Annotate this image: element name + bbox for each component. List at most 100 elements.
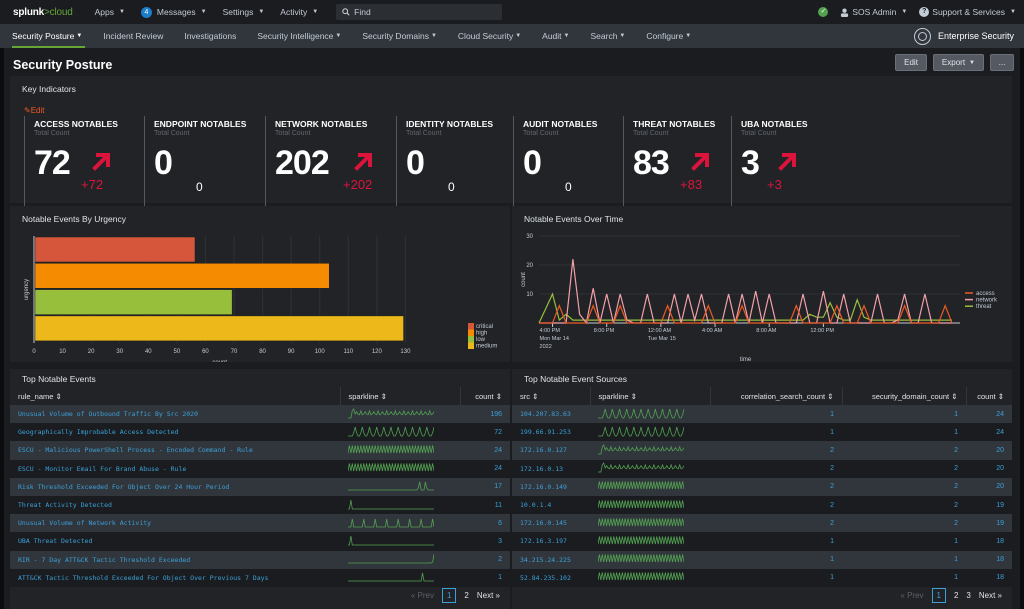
security-domain-count-value[interactable]: 1 [842, 532, 966, 551]
key-indicator[interactable]: IDENTITY NOTABLES Total Count 0 0 [396, 116, 513, 212]
security-domain-count-value[interactable]: 2 [842, 495, 966, 515]
table-row[interactable]: 52.84.235.102 1 1 18 [512, 568, 1012, 587]
count-value[interactable]: 24 [460, 459, 510, 478]
table-row[interactable]: UBA Threat Detected 3 [10, 532, 510, 551]
table-row[interactable]: 172.16.3.197 1 1 18 [512, 532, 1012, 551]
column-header-sparkline[interactable]: sparkline ⇕ [340, 387, 461, 405]
count-value[interactable]: 18 [966, 532, 1012, 551]
src-link[interactable]: 172.16.0.149 [512, 477, 590, 496]
column-header-count[interactable]: count ⇕ [966, 387, 1012, 405]
correlation-search-count-value[interactable]: 1 [710, 550, 842, 569]
rule-name-link[interactable]: Geographically Improbable Access Detecte… [10, 423, 340, 442]
edit-indicators-link[interactable]: ✎Edit [24, 106, 45, 115]
security-domain-count-value[interactable]: 2 [842, 459, 966, 478]
rule-name-link[interactable]: Unusual Volume of Outbound Traffic By Sr… [10, 405, 340, 424]
count-value[interactable]: 20 [966, 459, 1012, 478]
table-row[interactable]: Risk Threshold Exceeded For Object Over … [10, 477, 510, 496]
splunk-logo[interactable]: splunk>cloud [13, 7, 73, 18]
messages-menu[interactable]: 4 Messages ▼ [140, 6, 207, 18]
security-domain-count-value[interactable]: 1 [842, 550, 966, 569]
correlation-search-count-value[interactable]: 2 [710, 495, 842, 515]
apps-menu[interactable]: Apps ▼ [95, 7, 125, 17]
rule-name-link[interactable]: UBA Threat Detected [10, 532, 340, 551]
count-value[interactable]: 19 [966, 514, 1012, 533]
nav-tab-incident-review[interactable]: Incident Review [103, 24, 172, 48]
column-header-src[interactable]: src ⇕ [512, 387, 591, 405]
health-ok-icon[interactable]: ✓ [818, 7, 829, 17]
count-value[interactable]: 6 [460, 514, 510, 533]
key-indicator[interactable]: ACCESS NOTABLES Total Count 72 +72 [24, 116, 144, 212]
table-row[interactable]: ESCU - Malicious PowerShell Process - En… [10, 441, 510, 460]
correlation-search-count-value[interactable]: 2 [710, 477, 842, 496]
next-page-button[interactable]: Next » [979, 591, 1002, 600]
rule-name-link[interactable]: Threat Activity Detected [10, 495, 340, 515]
rule-name-link[interactable]: RIR - 7 Day ATT&CK Tactic Threshold Exce… [10, 550, 340, 569]
count-value[interactable]: 2 [460, 550, 510, 569]
page-2-button[interactable]: 2 [954, 591, 958, 600]
table-row[interactable]: 172.16.0.127 2 2 20 [512, 441, 1012, 460]
nav-tab-security-posture[interactable]: Security Posture ▼ [12, 24, 91, 48]
src-link[interactable]: 172.16.0.127 [512, 441, 590, 460]
correlation-search-count-value[interactable]: 2 [710, 514, 842, 533]
rule-name-link[interactable]: Unusual Volume of Network Activity [10, 514, 340, 533]
count-value[interactable]: 196 [460, 405, 510, 424]
nav-tab-configure[interactable]: Configure ▼ [646, 24, 700, 48]
count-value[interactable]: 20 [966, 441, 1012, 460]
column-header-security-domain-count[interactable]: security_domain_count ⇕ [842, 387, 967, 405]
security-domain-count-value[interactable]: 1 [842, 405, 966, 424]
table-row[interactable]: 10.0.1.4 2 2 19 [512, 495, 1012, 515]
src-link[interactable]: 10.0.1.4 [512, 495, 590, 515]
nav-tab-cloud-security[interactable]: Cloud Security ▼ [458, 24, 530, 48]
correlation-search-count-value[interactable]: 1 [710, 405, 842, 424]
rule-name-link[interactable]: Risk Threshold Exceeded For Object Over … [10, 477, 340, 496]
table-row[interactable]: Unusual Volume of Network Activity 6 [10, 514, 510, 533]
src-link[interactable]: 172.16.3.197 [512, 532, 590, 551]
rule-name-link[interactable]: ESCU - Malicious PowerShell Process - En… [10, 441, 340, 460]
nav-tab-investigations[interactable]: Investigations [184, 24, 245, 48]
table-row[interactable]: 172.16.0.13 2 2 20 [512, 459, 1012, 478]
count-value[interactable]: 17 [460, 477, 510, 496]
correlation-search-count-value[interactable]: 2 [710, 459, 842, 478]
activity-menu[interactable]: Activity ▼ [280, 7, 318, 17]
settings-menu[interactable]: Settings ▼ [223, 7, 265, 17]
nav-tab-audit[interactable]: Audit ▼ [542, 24, 578, 48]
column-header-sparkline[interactable]: sparkline ⇕ [590, 387, 711, 405]
security-domain-count-value[interactable]: 2 [842, 441, 966, 460]
src-link[interactable]: 52.84.235.102 [512, 568, 590, 587]
more-actions-button[interactable]: ... [990, 54, 1014, 71]
column-header-count[interactable]: count ⇕ [460, 387, 510, 405]
key-indicator[interactable]: AUDIT NOTABLES Total Count 0 0 [513, 116, 623, 212]
export-button[interactable]: Export ▼ [932, 54, 984, 71]
count-value[interactable]: 18 [966, 568, 1012, 587]
table-row[interactable]: ESCU - Monitor Email For Brand Abuse - R… [10, 459, 510, 478]
key-indicator[interactable]: NETWORK NOTABLES Total Count 202 +202 [265, 116, 396, 212]
correlation-search-count-value[interactable]: 1 [710, 532, 842, 551]
count-value[interactable]: 24 [966, 423, 1012, 442]
src-link[interactable]: 172.16.0.13 [512, 459, 590, 478]
table-row[interactable]: Geographically Improbable Access Detecte… [10, 423, 510, 442]
count-value[interactable]: 11 [460, 495, 510, 515]
src-link[interactable]: 172.16.0.145 [512, 514, 590, 533]
nav-tab-search[interactable]: Search ▼ [590, 24, 634, 48]
security-domain-count-value[interactable]: 2 [842, 477, 966, 496]
column-header-correlation-search-count[interactable]: correlation_search_count ⇕ [710, 387, 843, 405]
count-value[interactable]: 24 [966, 405, 1012, 424]
src-link[interactable]: 34.215.24.225 [512, 550, 590, 569]
prev-page-button[interactable]: « Prev [411, 591, 434, 600]
table-row[interactable]: 104.207.83.63 1 1 24 [512, 405, 1012, 424]
key-indicator[interactable]: UBA NOTABLES Total Count 3 +3 [731, 116, 831, 212]
src-link[interactable]: 199.66.91.253 [512, 423, 590, 442]
table-row[interactable]: ATT&CK Tactic Threshold Exceeded For Obj… [10, 568, 510, 587]
count-value[interactable]: 72 [460, 423, 510, 442]
count-value[interactable]: 1 [460, 568, 510, 587]
page-1-button[interactable]: 1 [931, 588, 946, 603]
nav-tab-security-intelligence[interactable]: Security Intelligence ▼ [257, 24, 350, 48]
correlation-search-count-value[interactable]: 2 [710, 441, 842, 460]
rule-name-link[interactable]: ESCU - Monitor Email For Brand Abuse - R… [10, 459, 340, 478]
rule-name-link[interactable]: ATT&CK Tactic Threshold Exceeded For Obj… [10, 568, 340, 587]
src-link[interactable]: 104.207.83.63 [512, 405, 590, 424]
next-page-button[interactable]: Next » [477, 591, 500, 600]
security-domain-count-value[interactable]: 1 [842, 423, 966, 442]
user-menu[interactable]: SOS Admin ▼ [840, 7, 907, 17]
count-value[interactable]: 18 [966, 550, 1012, 569]
